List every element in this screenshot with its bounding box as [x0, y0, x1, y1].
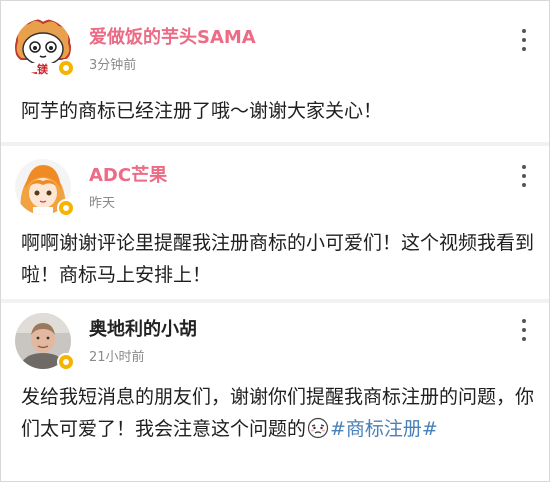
menu-dot [522, 29, 526, 33]
comment-feed: 镁 爱做饭的芋头SAMA 3分钟前 阿芋的商标已经注册了哦～谢谢大家关心！ AD… [0, 0, 550, 482]
embarrassed-emoji-icon [307, 417, 329, 439]
timestamp: 昨天 [89, 196, 116, 211]
username[interactable]: 奥地利的小胡 [89, 321, 197, 339]
verified-badge-icon [57, 353, 75, 371]
timestamp: 21小时前 [89, 350, 145, 365]
divider [1, 142, 549, 146]
hashtag-link[interactable]: #商标注册# [330, 418, 438, 440]
menu-dot [522, 328, 526, 332]
comment-text: 啊啊谢谢评论里提醒我注册商标的小可爱们！这个视频我看到啦！商标马上安排上！ [21, 232, 535, 286]
more-options-icon[interactable] [521, 319, 527, 341]
menu-dot [522, 183, 526, 187]
menu-dot [522, 337, 526, 341]
verified-badge-icon [57, 59, 75, 77]
more-options-icon[interactable] [521, 29, 527, 51]
avatar[interactable] [15, 313, 75, 371]
menu-dot [522, 165, 526, 169]
divider [1, 299, 549, 303]
username[interactable]: ADC芒果 [89, 167, 167, 185]
verified-badge-icon [57, 199, 75, 217]
username[interactable]: 爱做饭的芋头SAMA [89, 29, 256, 47]
more-options-icon[interactable] [521, 165, 527, 187]
menu-dot [522, 319, 526, 323]
svg-text:镁: 镁 [37, 62, 49, 75]
avatar[interactable] [15, 159, 75, 217]
menu-dot [522, 47, 526, 51]
menu-dot [522, 38, 526, 42]
comment-text: 发给我短消息的朋友们，谢谢你们提醒我商标注册的问题，你们太可爱了！我会注意这个问… [21, 381, 536, 445]
menu-dot [522, 174, 526, 178]
timestamp: 3分钟前 [89, 58, 137, 73]
comment-text-main: 发给我短消息的朋友们，谢谢你们提醒我商标注册的问题，你们太可爱了！我会注意这个问… [21, 386, 535, 440]
avatar[interactable]: 镁 [15, 19, 75, 77]
comment-text: 阿芋的商标已经注册了哦～谢谢大家关心！ [21, 100, 383, 122]
